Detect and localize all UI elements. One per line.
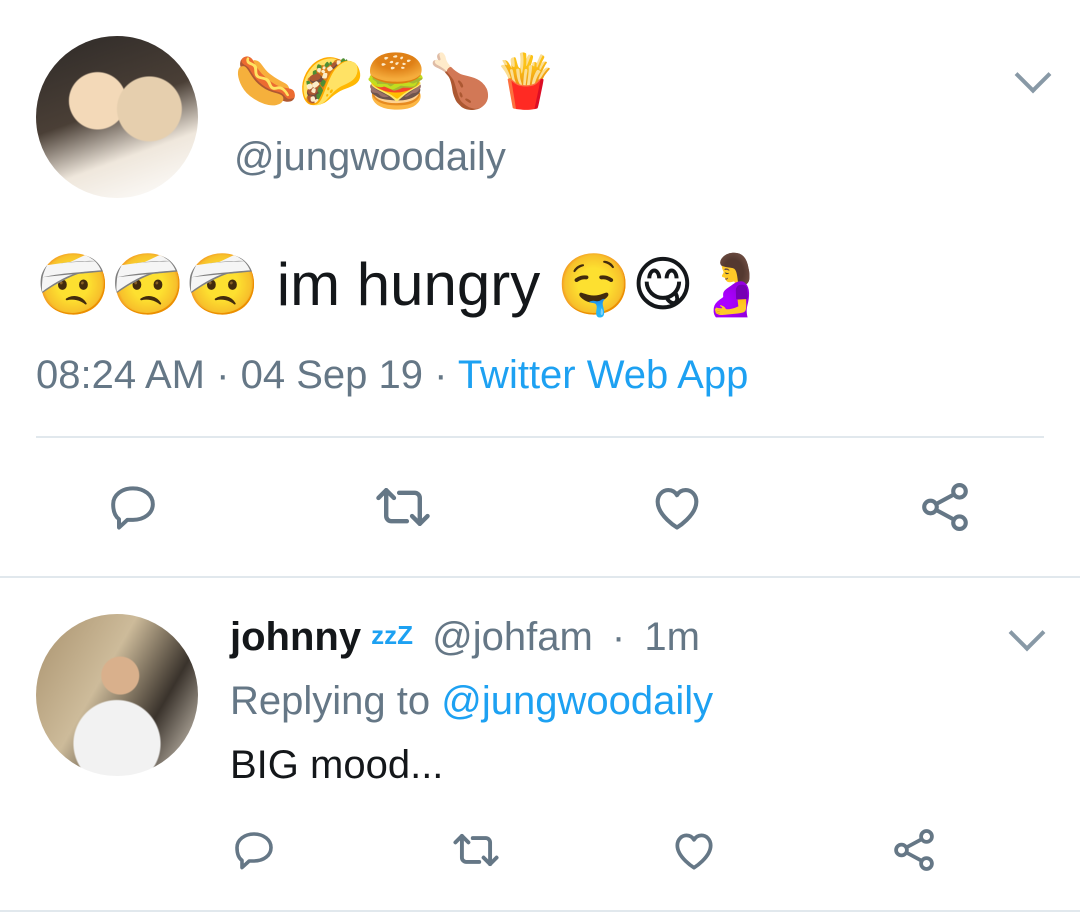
tweet-time: 08:24 AM	[36, 353, 206, 397]
reply-icon	[235, 832, 273, 870]
tweet-date: 04 Sep 19	[240, 353, 423, 397]
replying-handle-link[interactable]: @jungwoodaily	[441, 679, 713, 723]
zzz-emoji: zzZ	[371, 620, 413, 650]
tweet-text: BIG mood...	[230, 743, 444, 787]
tweet-emoji-trail: 🤤😋🤰	[556, 250, 769, 320]
avatar[interactable]	[36, 614, 198, 776]
reply-header: johnny zzZ @johfam · 1m	[230, 612, 700, 660]
user-handle[interactable]: @jungwoodaily	[234, 134, 506, 180]
chevron-down-icon[interactable]	[1008, 614, 1046, 652]
divider	[0, 576, 1080, 578]
share-button[interactable]	[912, 474, 978, 540]
retweet-icon	[453, 833, 499, 867]
main-tweet: 🌭🌮🍔🍗🍟 @jungwoodaily 🤕🤕🤕 im hungry 🤤😋🤰 08…	[0, 0, 1080, 578]
meta-separator: ·	[611, 615, 626, 659]
reply-icon	[111, 486, 155, 530]
display-name[interactable]: 🌭🌮🍔🍗🍟	[234, 52, 558, 112]
like-icon	[655, 488, 699, 530]
like-button[interactable]	[644, 474, 710, 540]
replying-to: Replying to @jungwoodaily	[230, 678, 713, 724]
user-handle[interactable]: @johfam	[432, 615, 593, 659]
meta-separator: ·	[434, 353, 448, 397]
replying-prefix: Replying to	[230, 679, 431, 723]
divider	[0, 910, 1080, 912]
display-name[interactable]: johnny	[230, 615, 361, 659]
meta-separator: ·	[216, 353, 230, 397]
retweet-button[interactable]	[448, 822, 504, 878]
tweet-text: 🤕🤕🤕 im hungry 🤤😋🤰	[36, 248, 769, 322]
avatar[interactable]	[36, 36, 198, 198]
share-icon	[894, 829, 934, 871]
share-icon	[922, 482, 968, 532]
reply-button[interactable]	[100, 474, 166, 540]
like-button[interactable]	[666, 822, 722, 878]
chevron-down-icon[interactable]	[1014, 56, 1052, 94]
retweet-button[interactable]	[370, 474, 436, 540]
like-icon	[675, 833, 713, 870]
tweet-age: 1m	[644, 615, 700, 659]
retweet-icon	[376, 488, 430, 526]
share-button[interactable]	[886, 822, 942, 878]
tweet-body: im hungry	[276, 251, 541, 318]
tweet-source-link[interactable]: Twitter Web App	[458, 353, 749, 397]
reply-button[interactable]	[226, 822, 282, 878]
tweet-emoji-lead: 🤕🤕🤕	[36, 250, 261, 320]
divider	[36, 436, 1044, 438]
tweet-meta: 08:24 AM · 04 Sep 19 · Twitter Web App	[36, 352, 748, 398]
